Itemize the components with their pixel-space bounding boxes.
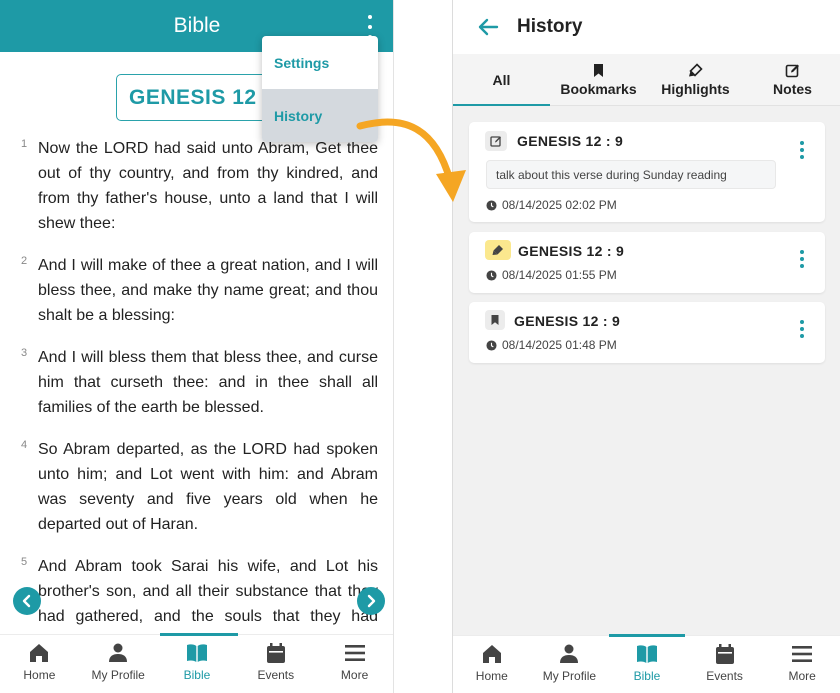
nav-bible[interactable]: Bible bbox=[608, 636, 686, 693]
nav-label: More bbox=[340, 668, 369, 682]
previous-chapter-button[interactable] bbox=[13, 587, 41, 615]
timestamp-text: 08/14/2025 02:02 PM bbox=[502, 198, 617, 212]
chapter-selector[interactable]: GENESIS 12 bbox=[116, 74, 276, 121]
verse-number: 5 bbox=[21, 556, 28, 568]
book-icon bbox=[636, 645, 657, 663]
nav-more[interactable]: More bbox=[763, 636, 840, 693]
menu-icon bbox=[792, 646, 813, 662]
home-icon bbox=[30, 644, 49, 662]
calendar-icon bbox=[266, 643, 285, 663]
nav-home[interactable]: Home bbox=[453, 636, 531, 693]
nav-label: Bible bbox=[633, 669, 661, 683]
bible-reader-screen: Bible GENESIS 12 1 Now the LORD had said… bbox=[0, 0, 394, 693]
bottom-navigation: Home My Profile Bible Events More bbox=[0, 633, 393, 693]
history-header: History bbox=[453, 0, 840, 54]
nav-label: My Profile bbox=[542, 669, 597, 683]
nav-bible[interactable]: Bible bbox=[158, 635, 237, 693]
nav-my-profile[interactable]: My Profile bbox=[79, 635, 158, 693]
history-item-highlight[interactable]: GENESIS 12 : 9 08/14/2025 01:55 PM bbox=[469, 232, 825, 293]
nav-label: Home bbox=[475, 669, 508, 683]
nav-label: More bbox=[788, 669, 816, 683]
tab-all[interactable]: All bbox=[453, 54, 550, 106]
tab-label: Bookmarks bbox=[560, 80, 637, 97]
active-tab-indicator bbox=[609, 634, 685, 637]
bottom-navigation: Home My Profile Bible Events More bbox=[453, 634, 840, 693]
verse-reference: GENESIS 12 : 9 bbox=[517, 133, 624, 149]
annotation-arrow bbox=[356, 118, 466, 202]
timestamp: 08/14/2025 02:02 PM bbox=[486, 198, 617, 212]
book-icon bbox=[186, 644, 207, 662]
nav-label: Events bbox=[706, 669, 743, 683]
nav-label: My Profile bbox=[91, 668, 145, 682]
verse-text: And I will bless them that bless thee, a… bbox=[38, 349, 378, 416]
tab-label: Highlights bbox=[661, 80, 730, 97]
nav-label: Events bbox=[257, 668, 295, 682]
nav-more[interactable]: More bbox=[315, 635, 393, 693]
verse-item[interactable]: 4 So Abram departed, as the LORD had spo… bbox=[16, 437, 378, 537]
back-arrow-icon[interactable] bbox=[477, 16, 499, 38]
comparison-stage: Bible GENESIS 12 1 Now the LORD had said… bbox=[0, 0, 840, 693]
chevron-left-icon bbox=[22, 594, 31, 608]
page-title: History bbox=[517, 16, 583, 37]
nav-my-profile[interactable]: My Profile bbox=[531, 636, 609, 693]
verse-number: 1 bbox=[21, 138, 28, 150]
timestamp-text: 08/14/2025 01:55 PM bbox=[502, 268, 617, 282]
nav-home[interactable]: Home bbox=[0, 635, 79, 693]
verse-number: 2 bbox=[21, 255, 28, 267]
app-bar-title: Bible bbox=[173, 14, 221, 37]
bookmark-icon bbox=[485, 310, 505, 330]
calendar-icon bbox=[715, 644, 734, 664]
verse-list: 1 Now the LORD had said unto Abram, Get … bbox=[16, 136, 378, 671]
home-icon bbox=[482, 645, 501, 663]
bookmark-icon bbox=[594, 63, 603, 77]
chapter-label: GENESIS 12 bbox=[129, 85, 257, 109]
tab-notes[interactable]: Notes bbox=[744, 54, 840, 105]
menu-icon bbox=[344, 645, 365, 661]
history-item-note[interactable]: GENESIS 12 : 9 talk about this verse dur… bbox=[469, 122, 825, 222]
clock-icon bbox=[486, 269, 497, 281]
edit-note-icon bbox=[785, 64, 799, 77]
more-vert-icon[interactable] bbox=[799, 320, 805, 338]
more-vert-icon[interactable] bbox=[799, 250, 805, 268]
active-tab-indicator bbox=[160, 633, 238, 636]
history-screen: History All Bookmarks Highlights Notes G… bbox=[452, 0, 840, 693]
tab-highlights[interactable]: Highlights bbox=[647, 54, 744, 105]
highlighter-icon bbox=[485, 240, 511, 260]
verse-item[interactable]: 1 Now the LORD had said unto Abram, Get … bbox=[16, 136, 378, 236]
history-tabs: All Bookmarks Highlights Notes bbox=[453, 54, 840, 106]
timestamp: 08/14/2025 01:48 PM bbox=[486, 338, 617, 352]
history-item-bookmark[interactable]: GENESIS 12 : 9 08/14/2025 01:48 PM bbox=[469, 302, 825, 363]
clock-icon bbox=[486, 339, 497, 351]
verse-item[interactable]: 2 And I will make of thee a great nation… bbox=[16, 253, 378, 328]
verse-item[interactable]: 3 And I will bless them that bless thee,… bbox=[16, 345, 378, 420]
verse-number: 3 bbox=[21, 347, 28, 359]
tab-label: All bbox=[492, 71, 511, 88]
next-chapter-button[interactable] bbox=[357, 587, 385, 615]
person-icon bbox=[560, 644, 579, 663]
note-text: talk about this verse during Sunday read… bbox=[486, 160, 776, 189]
menu-item-settings[interactable]: Settings bbox=[262, 36, 378, 89]
nav-events[interactable]: Events bbox=[686, 636, 764, 693]
timestamp-text: 08/14/2025 01:48 PM bbox=[502, 338, 617, 352]
verse-number: 4 bbox=[21, 439, 28, 451]
more-vert-icon[interactable] bbox=[799, 141, 805, 159]
chevron-right-icon bbox=[367, 594, 376, 608]
nav-label: Home bbox=[23, 668, 56, 682]
person-icon bbox=[109, 643, 128, 662]
timestamp: 08/14/2025 01:55 PM bbox=[486, 268, 617, 282]
tab-bookmarks[interactable]: Bookmarks bbox=[550, 54, 647, 105]
verse-reference: GENESIS 12 : 9 bbox=[518, 243, 625, 259]
verse-text: So Abram departed, as the LORD had spoke… bbox=[38, 441, 378, 533]
nav-label: Bible bbox=[183, 668, 211, 682]
tab-label: Notes bbox=[773, 80, 812, 97]
verse-reference: GENESIS 12 : 9 bbox=[514, 313, 621, 329]
verse-text: And I will make of thee a great nation, … bbox=[38, 257, 378, 324]
nav-events[interactable]: Events bbox=[236, 635, 315, 693]
highlighter-icon bbox=[689, 62, 703, 77]
verse-text: Now the LORD had said unto Abram, Get th… bbox=[38, 140, 378, 232]
